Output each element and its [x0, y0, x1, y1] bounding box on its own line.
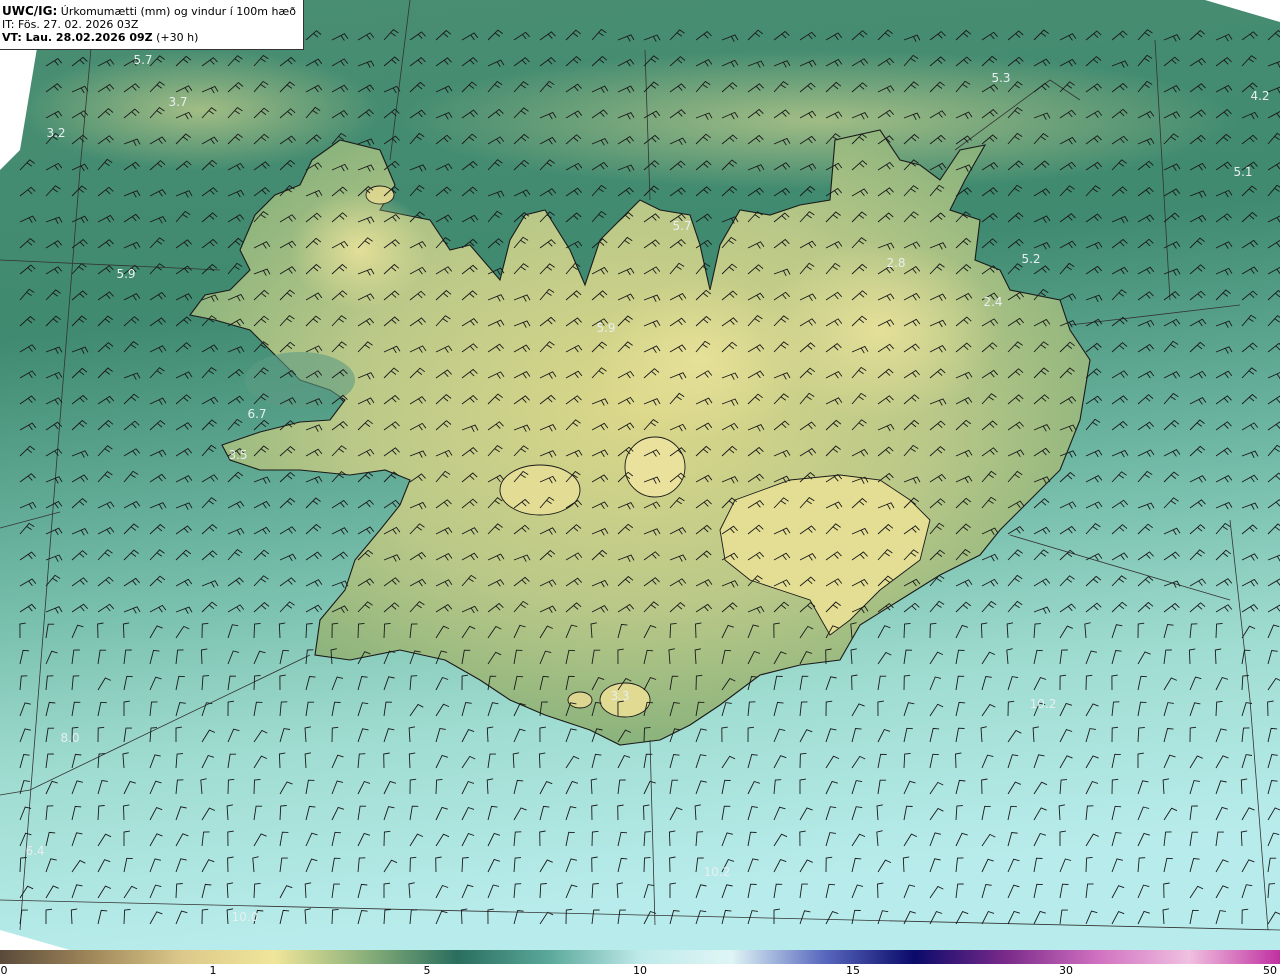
precip-value-label: 2.8: [886, 256, 905, 270]
precip-value-label: 6.4: [25, 844, 44, 858]
precip-value-label: 10.0: [232, 910, 259, 924]
precip-value-label: 3.2: [46, 126, 65, 140]
colorbar: 0 1 5 10 15 30 50: [0, 950, 1280, 978]
colorbar-tick: 50: [1263, 964, 1277, 977]
precip-value-label: 5.7: [133, 53, 152, 67]
precip-value-label: 5.2: [1021, 252, 1040, 266]
colorbar-tick: 10: [633, 964, 647, 977]
precip-value-label: 3.5: [228, 448, 247, 462]
precip-value-label: 5.1: [1233, 165, 1252, 179]
model-name: UWC/IG:: [2, 4, 58, 18]
precip-value-label: 2.4: [983, 295, 1002, 309]
precip-value-label: 5.7: [672, 219, 691, 233]
precip-value-label: 10.2: [1030, 697, 1057, 711]
colorbar-tick: 5: [423, 964, 431, 977]
north-precip-band: [400, 50, 1240, 190]
map-info-box: UWC/IG: Úrkomumætti (mm) og vindur í 100…: [0, 0, 304, 50]
field-description: Úrkomumætti (mm) og vindur í 100m hæð: [60, 5, 296, 18]
precip-value-label: 5.3: [991, 71, 1010, 85]
precip-value-label: 10.2: [704, 865, 731, 879]
valid-time: VT: Lau. 28.02.2026 09Z: [2, 31, 153, 44]
colorbar-tick: 15: [846, 964, 860, 977]
precip-value-label: 4.2: [1250, 89, 1269, 103]
lead-time: (+30 h): [156, 31, 199, 44]
colorbar-tick: 1: [209, 964, 217, 977]
colorbar-tick: 30: [1059, 964, 1073, 977]
precip-value-label: 3.7: [168, 95, 187, 109]
precip-value-label: 6.7: [247, 407, 266, 421]
precipitation-wind-map: 5.7 3.7 3.2 5.3 4.2 5.1 5.7 2.8 5.2 5.9 2.4 5.9 6.7 3…: [0, 0, 1280, 950]
init-time: IT: Fös. 27. 02. 2026 03Z: [2, 18, 139, 31]
colorbar-gradient: [0, 950, 1280, 964]
precip-value-label: 8.0: [60, 731, 79, 745]
colorbar-tick: 0: [0, 964, 8, 977]
precip-value-label: 5.9: [116, 267, 135, 281]
precip-value-label: 5.9: [596, 321, 615, 335]
precip-value-label: 3.3: [610, 689, 629, 703]
